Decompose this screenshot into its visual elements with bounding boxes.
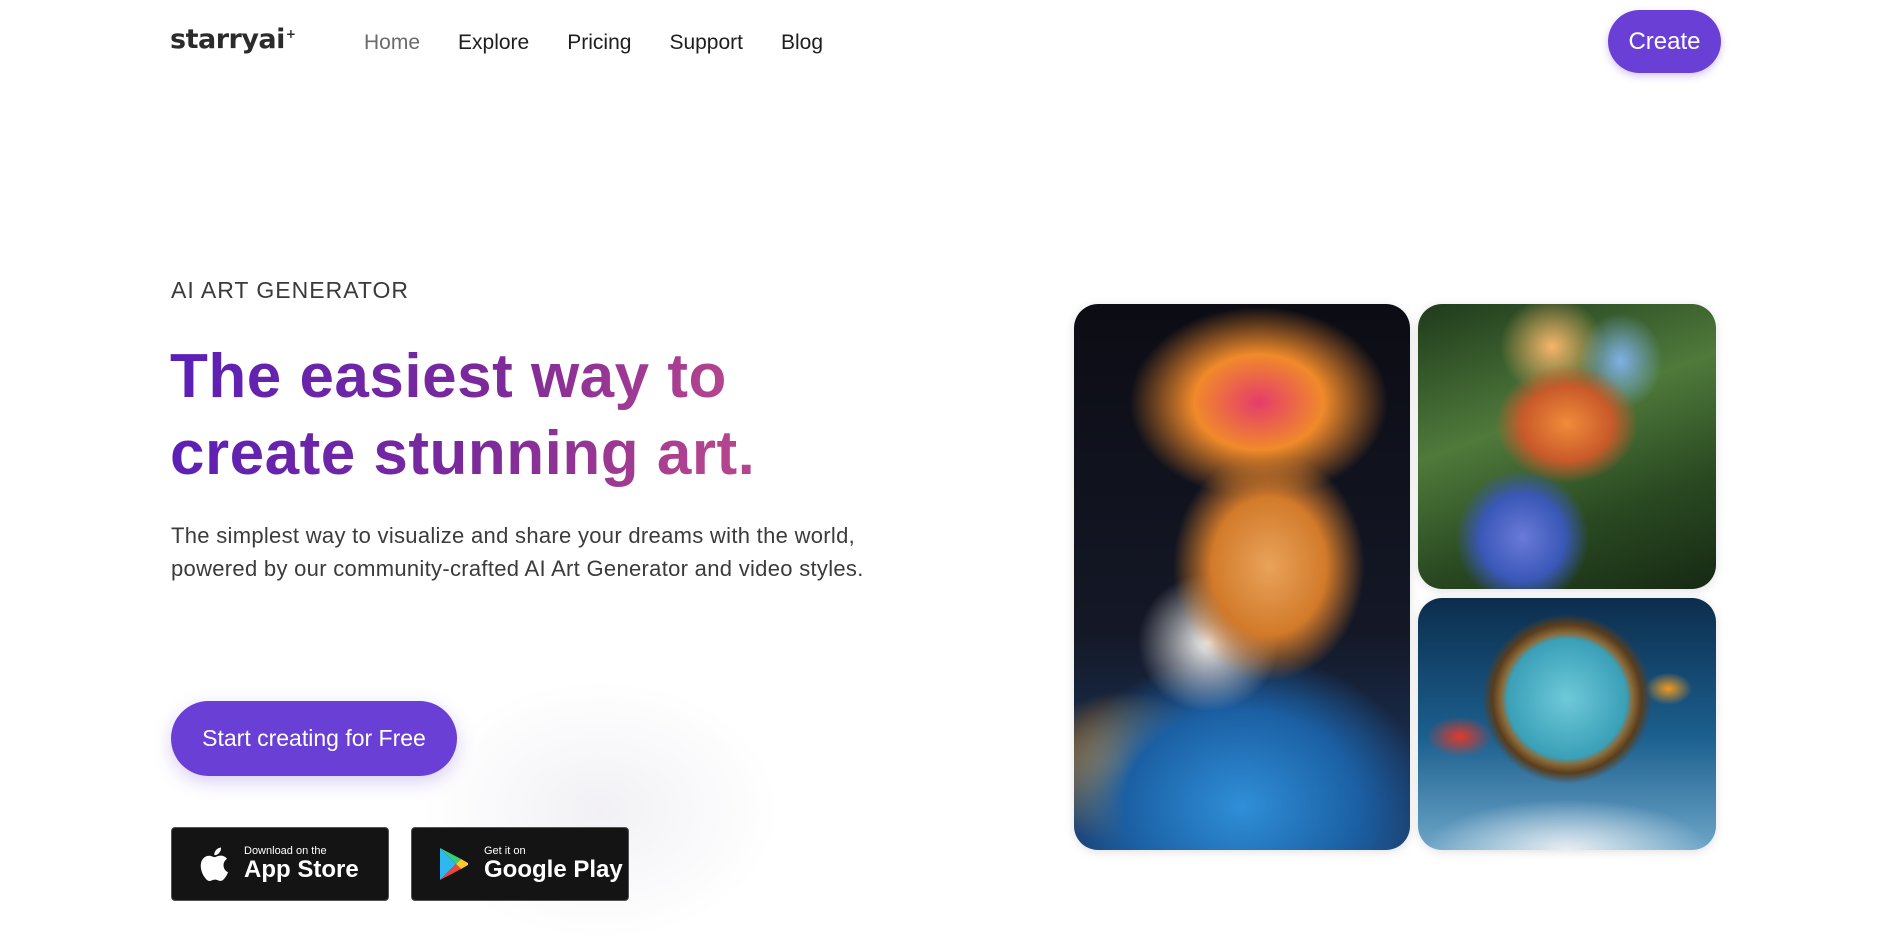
apple-icon [194,844,234,884]
main-menu: Home Explore Pricing Support Blog [364,28,861,58]
logo-star-icon: + [285,27,296,41]
app-store-big-text: App Store [244,856,359,883]
nav-pricing-link[interactable]: Pricing [567,28,631,58]
google-play-badge[interactable]: Get it on Google Play [411,827,629,901]
tiger-artwork-image [1074,304,1410,850]
nav-explore-link[interactable]: Explore [458,28,529,58]
logo-text: starryai [170,24,285,55]
hero-headline: The easiest way to create stunning art. [170,338,890,492]
top-nav: starryai+ Home Explore Pricing Support B… [0,0,1888,86]
nav-support-link[interactable]: Support [669,28,743,58]
nav-blog-link[interactable]: Blog [781,28,823,58]
app-store-badge[interactable]: Download on the App Store [171,827,389,901]
google-play-big-text: Google Play [484,856,623,883]
starryai-logo[interactable]: starryai+ [170,24,296,55]
bird-artwork-image [1418,304,1716,589]
hero-eyebrow: AI ART GENERATOR [171,277,409,303]
google-play-icon [434,844,474,884]
cta-glow [420,680,780,940]
melting-clock-artwork-image [1418,598,1716,850]
hero-subheadline: The simplest way to visualize and share … [171,523,864,581]
nav-home-link[interactable]: Home [364,28,420,58]
start-creating-button[interactable]: Start creating for Free [171,701,457,776]
create-button[interactable]: Create [1608,10,1721,73]
